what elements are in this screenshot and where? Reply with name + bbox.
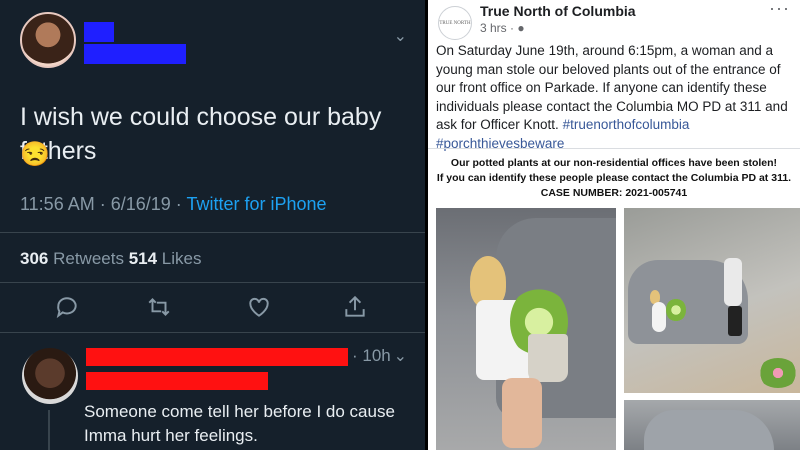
more-options-icon[interactable]: ··· [769,0,790,19]
notice-line: CASE NUMBER: 2021-005741 [540,187,688,199]
unamused-emoji: 😒 [20,141,50,168]
reply-text: Someone come tell her before I do cause … [84,400,395,448]
divider [428,148,800,149]
post-text: On Saturday June 19th, around 6:15pm, a … [436,42,792,153]
tweet-actions [0,294,425,324]
likes-count[interactable]: 514 [129,249,157,268]
divider [0,282,425,283]
post-timestamp: 3 hrs · ● [480,21,525,35]
reply-tweet[interactable]: · 10h ⌄ Someone come tell her before I d… [0,332,425,450]
page-name[interactable]: True North of Columbia [480,3,636,19]
hashtag-link[interactable]: #truenorthofcolumbia [563,117,690,132]
redacted-display-name [84,22,114,42]
reply-text-line: Imma hurt her feelings. [84,426,258,445]
surveillance-photo-wide[interactable] [624,208,800,393]
reply-icon[interactable] [54,294,80,320]
retweet-icon[interactable] [146,294,172,320]
tweet-time: 11:56 AM · 6/16/19 · [20,194,187,214]
logo-text: TRUE NORTH [439,20,471,26]
surveillance-photo-third[interactable] [624,400,800,450]
globe-icon: ● [517,21,525,35]
page-logo[interactable]: TRUE NORTH [438,6,472,40]
chevron-down-icon[interactable]: ⌄ [394,26,407,46]
post-time[interactable]: 3 hrs · [480,21,517,35]
chevron-down-icon[interactable]: ⌄ [394,346,407,366]
stolen-plants-notice: Our potted plants at our non-residential… [428,156,800,201]
reply-author-avatar[interactable] [22,348,78,404]
redacted-reply-handle [86,372,268,390]
redacted-handle [84,44,186,64]
surveillance-photo-closeup[interactable] [436,208,616,450]
notice-line: If you can identify these people please … [436,172,792,184]
likes-label: Likes [157,249,202,268]
retweets-count[interactable]: 306 [20,249,48,268]
facebook-panel: TRUE NORTH True North of Columbia 3 hrs … [428,0,800,450]
notice-line: Our potted plants at our non-residential… [450,157,778,169]
thread-line [48,410,50,450]
tweet-stats: 306 Retweets 514 Likes [20,249,201,269]
twitter-panel: ⌄ I wish we could choose our baby father… [0,0,425,450]
share-icon[interactable] [342,294,368,320]
tweet-timestamp: 11:56 AM · 6/16/19 · Twitter for iPhone [20,194,327,215]
tweet-text: I wish we could choose our baby fathers [20,103,382,165]
redacted-reply-name [86,348,348,366]
reply-text-line: Someone come tell her before I do cause [84,402,395,421]
like-icon[interactable] [246,294,272,320]
author-avatar[interactable] [20,12,76,68]
tweet-client-link[interactable]: Twitter for iPhone [186,194,326,214]
reply-time: · 10h [352,346,391,365]
retweets-label: Retweets [48,249,129,268]
divider [0,232,425,233]
